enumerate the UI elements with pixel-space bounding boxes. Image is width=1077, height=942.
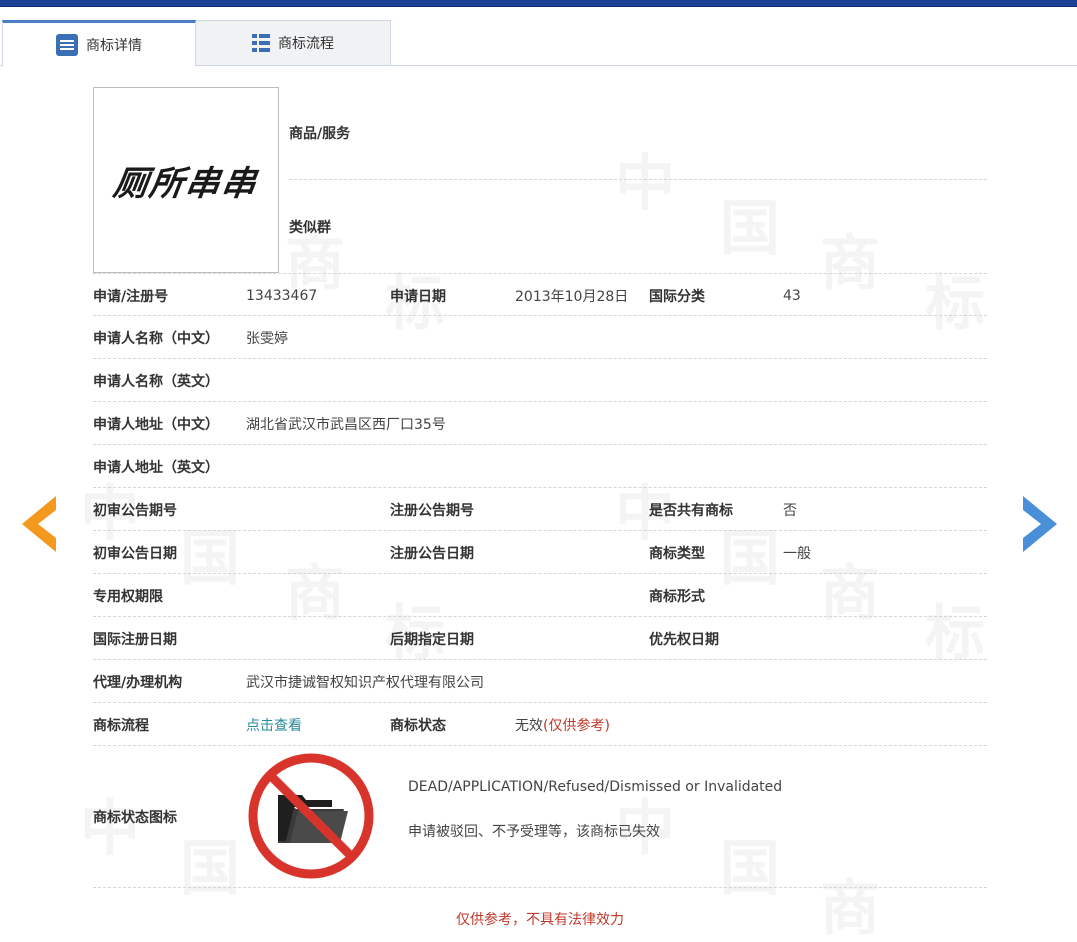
table-row: 申请/注册号 13433467 申请日期 2013年10月28日 国际分类 43 <box>93 273 987 316</box>
table-row: 专用权期限 商标形式 <box>93 574 987 617</box>
application-date: 2013年10月28日 <box>515 288 629 305</box>
field-label: 申请/注册号 <box>93 288 169 305</box>
field-label: 商标状态 <box>390 717 446 734</box>
tab-trademark-details[interactable]: 商标详情 <box>2 20 196 67</box>
similar-group-label: 类似群 <box>289 219 331 236</box>
field-label: 商标形式 <box>649 588 705 605</box>
tab-trademark-process[interactable]: 商标流程 <box>196 20 391 66</box>
field-label: 后期指定日期 <box>390 631 474 648</box>
goods-services-row: 商品/服务 <box>289 87 987 180</box>
applicant-address-cn: 湖北省武汉市武昌区西厂口35号 <box>246 416 446 433</box>
field-label: 申请人名称（英文） <box>93 373 219 390</box>
tab-bar: 商标详情 商标流程 <box>0 20 1077 67</box>
shared-trademark-value: 否 <box>783 502 797 519</box>
goods-services-block: 商品/服务 类似群 <box>289 87 987 273</box>
field-label: 国际分类 <box>649 288 705 305</box>
applicant-name-cn: 张雯婷 <box>246 330 288 347</box>
status-description-en: DEAD/APPLICATION/Refused/Dismissed or In… <box>408 779 783 795</box>
tab-label: 商标流程 <box>278 36 334 52</box>
field-label: 代理/办理机构 <box>93 674 183 691</box>
similar-group-row: 类似群 <box>289 180 987 273</box>
next-arrow-icon[interactable] <box>1021 496 1057 552</box>
field-label: 初审公告日期 <box>93 545 177 562</box>
detail-rows: 申请/注册号 13433467 申请日期 2013年10月28日 国际分类 43… <box>93 273 987 888</box>
table-row: 申请人地址（英文） <box>93 445 987 488</box>
field-label: 申请人名称（中文） <box>93 330 219 347</box>
field-label: 是否共有商标 <box>649 502 733 519</box>
field-label: 商标流程 <box>93 717 149 734</box>
international-class: 43 <box>783 287 801 304</box>
goods-services-label: 商品/服务 <box>289 126 351 142</box>
table-row: 初审公告期号 注册公告期号 是否共有商标 否 <box>93 488 987 531</box>
list-flow-icon <box>252 34 270 52</box>
table-row: 初审公告日期 注册公告日期 商标类型 一般 <box>93 531 987 574</box>
status-value: 无效 <box>515 717 543 734</box>
field-label: 专用权期限 <box>93 588 163 605</box>
dead-trademark-status-icon <box>248 753 374 879</box>
field-label: 申请人地址（英文） <box>93 459 219 476</box>
field-label: 注册公告日期 <box>390 545 474 562</box>
status-note: (仅供参考) <box>543 717 610 734</box>
table-row: 申请人名称（中文） 张雯婷 <box>93 316 987 359</box>
trademark-image: 厕所串串 <box>93 87 279 273</box>
legal-disclaimer: 仅供参考，不具有法律效力 <box>456 912 624 928</box>
trademark-image-text: 厕所串串 <box>110 163 261 204</box>
field-label: 国际注册日期 <box>93 631 177 648</box>
field-label: 商标类型 <box>649 545 705 562</box>
table-row: 申请人名称（英文） <box>93 359 987 402</box>
tab-label: 商标详情 <box>86 37 142 54</box>
table-row: 商标流程 点击查看 商标状态 无效 (仅供参考) <box>93 703 987 746</box>
registration-number: 13433467 <box>246 287 318 304</box>
field-label: 申请日期 <box>390 288 446 305</box>
agent-name: 武汉市捷诚智权知识产权代理有限公司 <box>246 674 484 691</box>
field-label: 申请人地址（中文） <box>93 416 219 433</box>
field-label: 初审公告期号 <box>93 502 177 519</box>
trademark-type-value: 一般 <box>783 545 811 562</box>
table-row: 国际注册日期 后期指定日期 优先权日期 <box>93 617 987 660</box>
field-label: 优先权日期 <box>649 631 719 648</box>
field-label: 商标状态图标 <box>93 810 177 826</box>
field-label: 注册公告期号 <box>390 502 474 519</box>
top-bar <box>0 0 1077 7</box>
trademark-status: 无效 (仅供参考) <box>515 703 610 746</box>
document-list-icon <box>56 33 78 56</box>
table-row: 代理/办理机构 武汉市捷诚智权知识产权代理有限公司 <box>93 660 987 703</box>
table-row: 申请人地址（中文） 湖北省武汉市武昌区西厂口35号 <box>93 402 987 445</box>
status-icon-row: 商标状态图标 DEAD/APPLICATION/Refused/Dismisse… <box>93 746 987 888</box>
view-process-link[interactable]: 点击查看 <box>246 703 302 746</box>
previous-arrow-icon[interactable] <box>22 496 58 552</box>
status-description-cn: 申请被驳回、不予受理等，该商标已失效 <box>408 824 660 840</box>
